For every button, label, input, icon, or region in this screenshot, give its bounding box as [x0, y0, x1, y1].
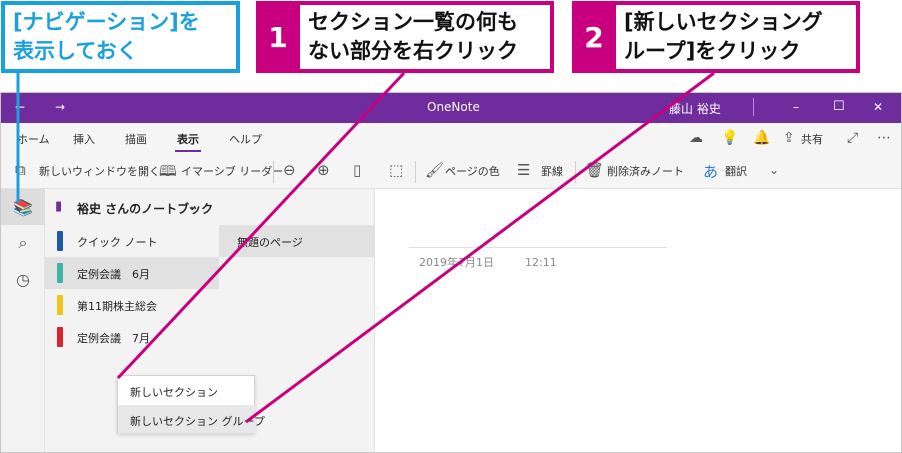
page-canvas[interactable]: 2019年7月1日 12:11	[375, 189, 901, 452]
ribbon-tabs: ホーム 挿入 描画 表示 ヘルプ ☁ 💡 🔔 ⇪ 共有 ⤢ ⋯	[1, 123, 901, 153]
menu-item-new-section[interactable]: 新しいセクション	[118, 376, 256, 404]
title-bar: ← → OneNote 藤山 裕史 – ☐ ✕	[1, 93, 901, 123]
section-color-tab	[57, 231, 63, 251]
toolbar-separator	[415, 161, 416, 183]
page-title: 無題のページ	[237, 236, 303, 249]
page-color-button[interactable]: ページの色	[445, 163, 500, 179]
menu-item-label: 新しいセクション	[130, 386, 218, 399]
callout-step2-line1: [新しいセクショング	[624, 10, 823, 34]
rule-lines-icon[interactable]: ☰	[517, 161, 530, 179]
callout-step1-line1: セクション一覧の何も	[308, 10, 518, 34]
callout-step-1: 1 セクション一覧の何も ない部分を右クリック	[256, 1, 554, 73]
callout-step2-text: [新しいセクショング ループ]をクリック	[616, 5, 856, 69]
sync-status-icon[interactable]: ☁	[689, 130, 703, 146]
section-item[interactable]: 定例会議 7月	[45, 321, 219, 353]
page-width-icon[interactable]: ⬚	[389, 161, 403, 179]
callout-step-2: 2 [新しいセクショング ループ]をクリック	[572, 1, 860, 73]
translate-icon[interactable]: あ	[703, 161, 718, 182]
share-icon[interactable]: ⇪	[783, 130, 795, 146]
navigation-rail: 📚 ⌕ ◷	[1, 189, 45, 452]
page-timestamp: 2019年7月1日 12:11	[419, 254, 557, 270]
more-options-icon[interactable]: ⋯	[877, 130, 891, 146]
immersive-reader-button[interactable]: イマーシブ リーダー	[181, 163, 283, 179]
trash-icon[interactable]: 🗑	[585, 161, 604, 179]
expand-icon[interactable]: ⤢	[847, 130, 858, 146]
rule-lines-button[interactable]: 罫線	[541, 163, 563, 179]
callout-step2-line2: ループ]をクリック	[624, 39, 801, 63]
page-color-icon[interactable]: 🖌	[425, 161, 444, 179]
new-window-button[interactable]: 新しいウィンドウを開く	[39, 163, 160, 179]
tab-draw[interactable]: 描画	[125, 131, 147, 147]
context-menu: 新しいセクション 新しいセクション グループ	[117, 375, 265, 433]
view-toolbar: ⧉ 新しいウィンドウを開く 🕮 イマーシブ リーダー ⊖ ⊕ ▯ ⬚ 🖌 ページ…	[1, 153, 901, 189]
zoom-in-icon[interactable]: ⊕	[317, 161, 330, 179]
page-item[interactable]: 無題のページ	[219, 225, 375, 257]
section-label: クイック ノート	[77, 236, 158, 249]
lightbulb-icon[interactable]: 💡	[721, 130, 738, 146]
toolbar-separator	[273, 161, 274, 183]
callout-step1-text: セクション一覧の何も ない部分を右クリック	[300, 5, 550, 69]
notebooks-icon[interactable]: 📚	[1, 189, 45, 225]
section-item[interactable]: 定例会議 6月	[45, 257, 219, 289]
callout-show-navigation: [ナビゲーション]を 表示しておく	[1, 1, 240, 73]
section-item[interactable]: 第11期株主総会	[45, 289, 219, 321]
section-label: 定例会議 7月	[77, 332, 150, 345]
immersive-reader-icon[interactable]: 🕮	[159, 161, 177, 186]
user-name[interactable]: 藤山 裕史	[669, 100, 721, 117]
menu-item-new-section-group[interactable]: 新しいセクション グループ	[118, 405, 265, 433]
minimize-icon[interactable]: –	[793, 100, 799, 114]
zoom-out-icon[interactable]: ⊖	[283, 161, 296, 179]
close-icon[interactable]: ✕	[873, 100, 883, 114]
tab-view[interactable]: 表示	[175, 131, 201, 152]
maximize-icon[interactable]: ☐	[833, 99, 845, 114]
bell-icon[interactable]: 🔔	[753, 130, 770, 146]
zoom-100-icon[interactable]: ▯	[353, 161, 361, 179]
section-color-tab	[57, 263, 63, 283]
section-color-tab	[57, 327, 63, 347]
callout-nav-line2: 表示しておく	[13, 39, 138, 63]
page-title-underline	[409, 247, 667, 248]
section-color-tab	[57, 295, 63, 315]
tab-help[interactable]: ヘルプ	[229, 131, 262, 147]
deleted-notes-button[interactable]: 削除済みノート	[607, 163, 684, 179]
notebook-icon: ▮	[55, 199, 63, 214]
section-label: 定例会議 6月	[77, 268, 150, 281]
chevron-down-icon: ⌄	[187, 199, 198, 213]
callout-step1-line2: ない部分を右クリック	[308, 39, 518, 63]
back-arrow-icon[interactable]: ←	[15, 100, 25, 114]
share-button[interactable]: 共有	[801, 131, 823, 147]
section-label: 第11期株主総会	[77, 300, 157, 313]
titlebar-divider	[753, 98, 754, 116]
recent-clock-icon[interactable]: ◷	[1, 261, 45, 297]
search-icon[interactable]: ⌕	[1, 225, 45, 261]
chevron-down-icon[interactable]: ⌄	[769, 163, 779, 177]
window-title: OneNote	[427, 100, 480, 114]
menu-item-label: 新しいセクション グループ	[130, 415, 265, 428]
page-time: 12:11	[525, 256, 557, 269]
tab-insert[interactable]: 挿入	[73, 131, 95, 147]
onenote-window: ← → OneNote 藤山 裕史 – ☐ ✕ ホーム 挿入 描画 表示 ヘルプ…	[0, 92, 902, 453]
tab-home[interactable]: ホーム	[17, 131, 50, 147]
step-number: 1	[268, 20, 288, 54]
page-date: 2019年7月1日	[419, 256, 494, 269]
callout-nav-line1: [ナビゲーション]を	[13, 10, 200, 34]
step-number: 2	[584, 20, 604, 54]
toolbar-separator	[575, 161, 576, 183]
section-item[interactable]: クイック ノート	[45, 225, 219, 257]
translate-button[interactable]: 翻訳	[725, 163, 747, 179]
new-window-icon[interactable]: ⧉	[15, 161, 26, 179]
forward-arrow-icon[interactable]: →	[55, 100, 65, 114]
